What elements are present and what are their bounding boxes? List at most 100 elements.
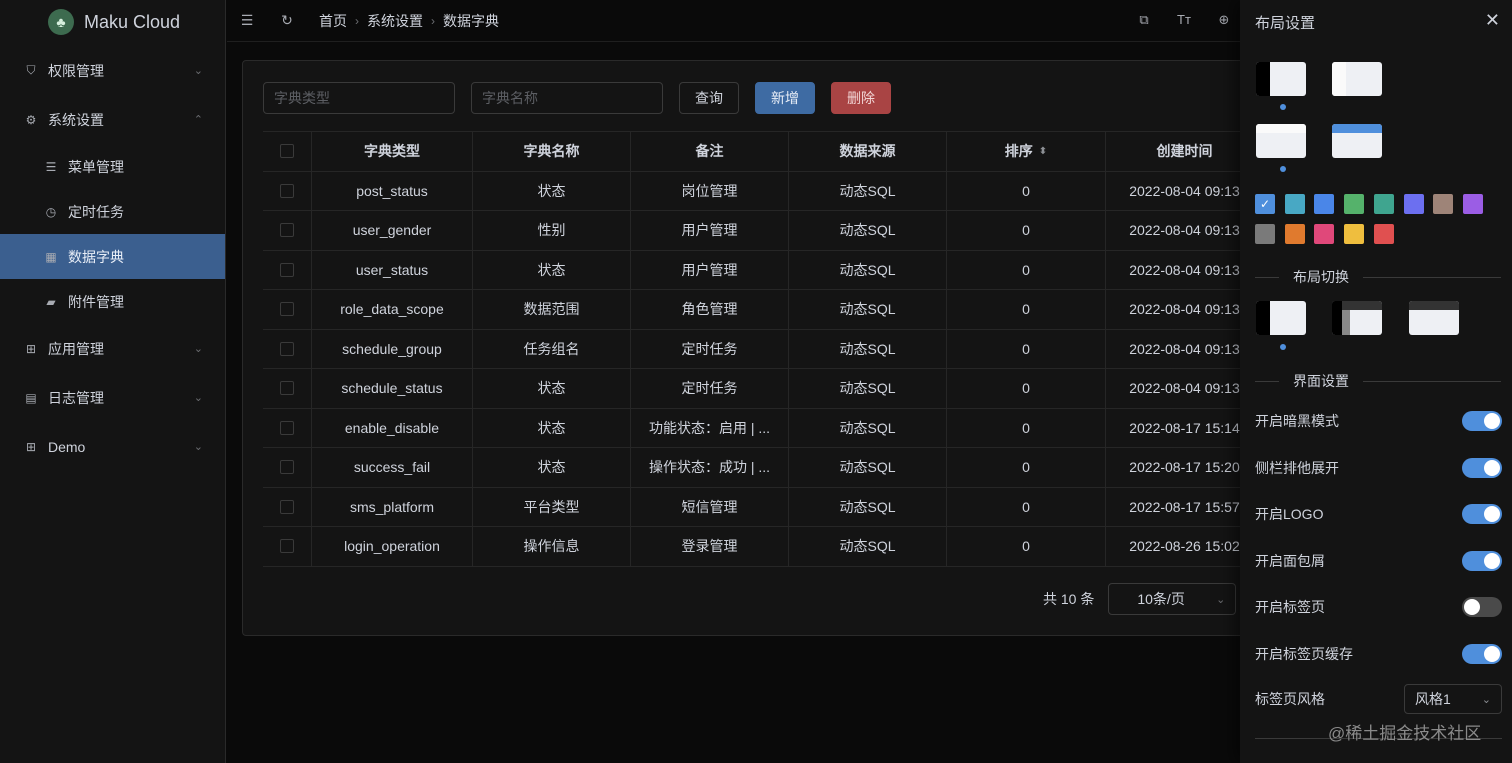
table-row[interactable]: schedule_status 状态 定时任务 动态SQL 0 2022-08-04 09…: [263, 369, 1251, 409]
table-header-row: 字典类型 字典名称 备注 数据来源 排序 ⬍ 创建时间: [263, 132, 1251, 172]
table-row[interactable]: enable_disable 状态 功能状态：启用 | ... 动态SQL 0 2022-…: [263, 408, 1251, 448]
table-row[interactable]: schedule_group 任务组名 定时任务 动态SQL 0 2022-08-04 0…: [263, 329, 1251, 369]
table-cell-source: 动态SQL: [789, 250, 947, 289]
sidebar-item-system[interactable]: ⚙ 系统设置 ⌃: [0, 95, 225, 144]
table-cell-type: enable_disable: [312, 408, 473, 447]
sidebar-theme-dark-option[interactable]: [1256, 62, 1306, 96]
chevron-right-icon: ›: [355, 13, 359, 28]
theme-color-swatch[interactable]: [1344, 194, 1365, 214]
theme-color-swatch[interactable]: ✓: [1255, 194, 1275, 214]
table-icon: ▦: [45, 249, 57, 264]
chevron-up-icon: ⌃: [193, 114, 203, 126]
theme-color-swatch[interactable]: [1433, 194, 1454, 214]
sidebar-item-app[interactable]: ⊞ 应用管理 ⌄: [0, 324, 225, 373]
row-checkbox[interactable]: [280, 302, 294, 317]
table-row[interactable]: post_status 状态 岗位管理 动态SQL 0 2022-08-04 09:13: [263, 171, 1251, 211]
theme-color-swatch[interactable]: [1284, 194, 1305, 214]
theme-color-swatch[interactable]: [1255, 224, 1275, 244]
theme-color-swatch[interactable]: [1314, 194, 1335, 214]
table-row[interactable]: success_fail 状态 操作状态：成功 | ... 动态SQL 0 2022-08…: [263, 448, 1251, 488]
row-checkbox[interactable]: [280, 460, 294, 475]
table-cell-name: 状态: [473, 408, 631, 447]
row-checkbox-cell: [263, 527, 312, 566]
delete-button[interactable]: 删除: [831, 82, 891, 114]
layout-vertical-option[interactable]: [1256, 301, 1306, 335]
breadcrumb-item-system[interactable]: 系统设置: [367, 11, 423, 31]
table-row[interactable]: user_gender 性别 用户管理 动态SQL 0 2022-08-04 09:13: [263, 211, 1251, 251]
refresh-icon[interactable]: ↻: [279, 12, 295, 29]
row-checkbox[interactable]: [280, 499, 294, 514]
close-icon[interactable]: ✕: [1485, 10, 1500, 31]
sidebar-item-menu[interactable]: ☰ 菜单管理: [0, 144, 225, 189]
theme-color-swatch[interactable]: [1373, 194, 1394, 214]
query-button[interactable]: 查询: [679, 82, 739, 114]
sidebar-theme-light-option[interactable]: [1332, 62, 1382, 96]
layout-horizontal-option[interactable]: [1409, 301, 1459, 335]
toggle-switch[interactable]: [1462, 411, 1502, 431]
sort-icon[interactable]: ⬍: [1039, 146, 1047, 157]
dict-type-input[interactable]: [263, 82, 455, 114]
theme-color-swatch[interactable]: [1403, 194, 1424, 214]
column-header-sort[interactable]: 排序 ⬍: [947, 132, 1106, 171]
theme-color-swatch[interactable]: [1373, 224, 1394, 244]
add-button[interactable]: 新增: [755, 82, 815, 114]
column-header-label: 排序: [1004, 143, 1033, 160]
toggle-switch[interactable]: [1462, 457, 1502, 478]
row-checkbox[interactable]: [280, 341, 294, 356]
table-cell-sort: 0: [947, 369, 1106, 408]
gear-icon: ⚙: [25, 112, 37, 127]
tab-style-value: 风格1: [1415, 691, 1451, 707]
chevron-down-icon: ⌄: [193, 392, 203, 404]
header-theme-light-option[interactable]: [1256, 124, 1306, 158]
table-cell-source: 动态SQL: [789, 527, 947, 566]
theme-color-swatch[interactable]: [1462, 194, 1483, 214]
toggle-knob: [1484, 506, 1500, 522]
table-cell-remark: 登录管理: [631, 527, 789, 566]
sidebar-item-permission[interactable]: ⛉ 权限管理 ⌄: [0, 46, 225, 95]
table-cell-created: 2022-08-26 15:02: [1129, 538, 1240, 555]
row-checkbox[interactable]: [280, 420, 294, 435]
row-checkbox[interactable]: [280, 262, 294, 277]
tab-style-select[interactable]: 风格1 ⌄: [1404, 684, 1502, 714]
table-row[interactable]: login_operation 操作信息 登录管理 动态SQL 0 2022-08-26 …: [263, 527, 1251, 567]
image-edit-icon[interactable]: ⧉: [1136, 12, 1152, 28]
table-cell-sort: 0: [947, 448, 1106, 487]
theme-color-swatch[interactable]: [1314, 224, 1335, 244]
toggle-switch[interactable]: [1462, 597, 1502, 617]
globe-icon[interactable]: ⊕: [1216, 12, 1232, 28]
table-row[interactable]: sms_platform 平台类型 短信管理 动态SQL 0 2022-08-17 15:…: [263, 487, 1251, 527]
dict-name-input[interactable]: [471, 82, 663, 114]
ui-setting-label: 侧栏排他展开: [1255, 459, 1339, 476]
header-theme-primary-option[interactable]: [1332, 124, 1382, 158]
row-checkbox[interactable]: [280, 539, 294, 554]
toggle-switch[interactable]: [1462, 504, 1502, 524]
ui-setting-row: 开启面包屑: [1255, 550, 1502, 572]
toggle-switch[interactable]: [1462, 643, 1502, 664]
sidebar-item-dictionary[interactable]: ▦ 数据字典: [0, 234, 225, 279]
table-row[interactable]: user_status 状态 用户管理 动态SQL 0 2022-08-04 09:13: [263, 250, 1251, 290]
breadcrumb-item-home[interactable]: 首页: [319, 11, 347, 31]
theme-color-swatch[interactable]: [1344, 224, 1365, 244]
toggle-switch[interactable]: [1462, 550, 1502, 571]
sidebar-item-schedule[interactable]: ◷ 定时任务: [0, 189, 225, 234]
sidebar-item-attachment[interactable]: ▰ 附件管理: [0, 279, 225, 324]
sidebar-item-log[interactable]: ▤ 日志管理 ⌄: [0, 373, 225, 422]
chevron-down-icon: ⌄: [193, 343, 203, 355]
ui-setting-row: 开启标签页缓存: [1255, 643, 1502, 665]
table-cell-name: 状态: [473, 369, 631, 408]
font-size-icon[interactable]: Tт: [1176, 12, 1192, 28]
table-row[interactable]: role_data_scope 数据范围 角色管理 动态SQL 0 2022-08-04 …: [263, 290, 1251, 330]
theme-color-swatch[interactable]: [1284, 224, 1305, 244]
sidebar-item-demo[interactable]: ⊞ Demo ⌄: [0, 422, 225, 471]
select-all-checkbox[interactable]: [280, 144, 294, 159]
table-cell-name: 性别: [473, 211, 631, 250]
layout-columns-option[interactable]: [1332, 301, 1382, 335]
top-header: ☰ ↻ 首页 › 系统设置 › 数据字典 ⧉ Tт ⊕: [227, 0, 1240, 42]
grid-icon: ⊞: [25, 341, 37, 356]
row-checkbox[interactable]: [280, 381, 294, 396]
row-checkbox[interactable]: [280, 183, 294, 198]
page-size-select[interactable]: 10条/页 ⌄: [1108, 583, 1237, 615]
collapse-menu-icon[interactable]: ☰: [239, 12, 255, 29]
row-checkbox[interactable]: [280, 223, 294, 238]
logo[interactable]: ♣ Maku Cloud: [0, 0, 225, 44]
